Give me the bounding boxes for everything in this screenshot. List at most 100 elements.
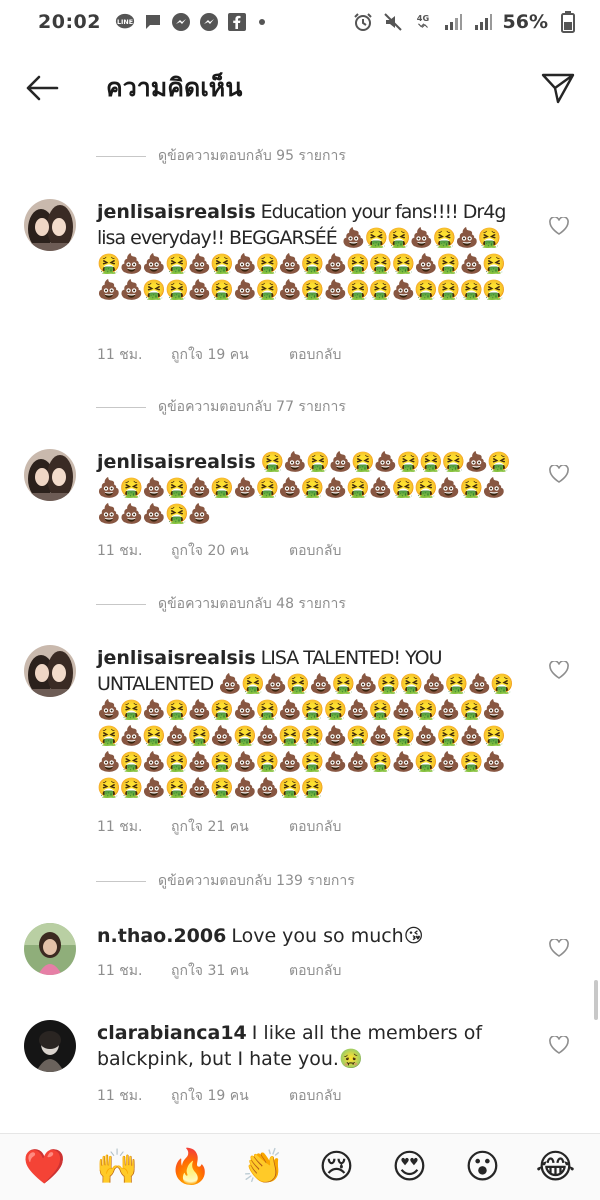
divider-line <box>96 406 146 408</box>
messenger-icon <box>171 12 191 32</box>
view-replies-toggle[interactable]: ดูข้อความตอบกลับ 95 รายการ <box>96 145 346 167</box>
facebook-icon <box>227 12 247 32</box>
heart-outline-icon <box>549 465 569 483</box>
comment-meta: 11 ชม. ถูกใจ 19 คน ตอบกลับ <box>97 344 341 366</box>
heart-outline-icon <box>549 217 569 235</box>
comment-time: 11 ชม. <box>97 1088 143 1104</box>
emoji-surprised-button[interactable]: 😮 <box>455 1147 511 1187</box>
scrollbar-thumb[interactable] <box>594 980 598 1020</box>
comment-meta: 11 ชม. ถูกใจ 31 คน ตอบกลับ <box>97 960 341 982</box>
emoji-laughing-button[interactable]: 😂 <box>528 1147 584 1187</box>
comment-likes[interactable]: ถูกใจ 31 คน <box>171 960 289 982</box>
view-replies-label: ดูข้อความตอบกลับ 139 รายการ <box>158 873 355 889</box>
notification-icons: LINE <box>115 12 265 32</box>
like-button[interactable] <box>548 659 570 681</box>
emoji-crying-button[interactable]: 😢 <box>309 1147 365 1187</box>
more-notifications-dot <box>258 19 265 25</box>
message-icon <box>143 12 163 32</box>
reply-button[interactable]: ตอบกลับ <box>289 1085 341 1107</box>
avatar[interactable] <box>24 645 76 697</box>
comment-text: jenlisaisrealsis Education your fans!!!! … <box>97 199 517 303</box>
profile-photo <box>24 449 76 501</box>
profile-photo <box>24 645 76 697</box>
comment-username[interactable]: clarabianca14 <box>97 1022 247 1044</box>
reply-button[interactable]: ตอบกลับ <box>289 960 341 982</box>
mute-icon <box>383 12 403 32</box>
battery-percent: 56% <box>502 11 548 33</box>
signal-icon-2 <box>473 12 493 32</box>
reply-button[interactable]: ตอบกลับ <box>289 540 341 562</box>
like-button[interactable] <box>548 463 570 485</box>
comment-username[interactable]: jenlisaisrealsis <box>97 201 256 223</box>
page-title: ความคิดเห็น <box>106 73 243 102</box>
avatar[interactable] <box>24 1020 76 1072</box>
line-app-icon: LINE <box>115 12 135 32</box>
share-button[interactable] <box>538 68 578 108</box>
profile-photo <box>24 199 76 251</box>
heart-outline-icon <box>549 1036 569 1054</box>
system-indicators: 4G 56% <box>353 11 578 33</box>
status-time: 20:02 <box>38 11 101 33</box>
profile-photo <box>24 923 76 975</box>
reply-button[interactable]: ตอบกลับ <box>289 344 341 366</box>
profile-photo <box>24 1020 76 1072</box>
comment-meta: 11 ชม. ถูกใจ 21 คน ตอบกลับ <box>97 816 341 838</box>
emoji-heart-eyes-button[interactable]: 😍 <box>382 1147 438 1187</box>
reply-button[interactable]: ตอบกลับ <box>289 816 341 838</box>
view-replies-label: ดูข้อความตอบกลับ 77 รายการ <box>158 399 346 415</box>
comment-username[interactable]: jenlisaisrealsis <box>97 451 256 473</box>
view-replies-label: ดูข้อความตอบกลับ 48 รายการ <box>158 596 346 612</box>
emoji-clap-button[interactable]: 👏 <box>236 1147 292 1187</box>
comments-header: ความคิดเห็น <box>0 52 600 124</box>
emoji-raised-hands-button[interactable]: 🙌 <box>90 1147 146 1187</box>
divider-line <box>96 880 146 882</box>
divider-line <box>96 603 146 605</box>
messenger-icon-2 <box>199 12 219 32</box>
comment-meta: 11 ชม. ถูกใจ 19 คน ตอบกลับ <box>97 1085 341 1107</box>
comment-text: jenlisaisrealsis LISA TALENTED! YOU UNTAL… <box>97 645 517 801</box>
comment-content: LISA TALENTED! YOU UNTALENTED 💩🤮💩🤮💩🤮💩🤮🤮💩… <box>97 647 514 799</box>
comment-username[interactable]: n.thao.2006 <box>97 925 226 947</box>
comment-likes[interactable]: ถูกใจ 21 คน <box>171 816 289 838</box>
divider-line <box>96 155 146 157</box>
comment-likes[interactable]: ถูกใจ 19 คน <box>171 344 289 366</box>
status-bar: 20:02 LINE 4G 56% <box>0 0 600 44</box>
comment-time: 11 ชม. <box>97 543 143 559</box>
comment-likes[interactable]: ถูกใจ 19 คน <box>171 1085 289 1107</box>
comment-time: 11 ชม. <box>97 819 143 835</box>
svg-text:4G: 4G <box>416 13 429 23</box>
comment-time: 11 ชม. <box>97 347 143 363</box>
comment-content: Love you so much😘 <box>231 925 424 947</box>
comment-text: jenlisaisrealsis 🤮💩🤮💩🤮💩🤮🤮🤮💩🤮💩🤮💩🤮💩🤮💩🤮💩🤮💩🤮💩… <box>97 449 517 527</box>
alarm-icon <box>353 12 373 32</box>
view-replies-toggle[interactable]: ดูข้อความตอบกลับ 48 รายการ <box>96 593 346 615</box>
comment-likes[interactable]: ถูกใจ 20 คน <box>171 540 289 562</box>
like-button[interactable] <box>548 937 570 959</box>
avatar[interactable] <box>24 923 76 975</box>
emoji-fire-button[interactable]: 🔥 <box>163 1147 219 1187</box>
avatar[interactable] <box>24 199 76 251</box>
back-button[interactable] <box>22 68 62 108</box>
quick-emoji-bar: ❤️ 🙌 🔥 👏 😢 😍 😮 😂 <box>0 1133 600 1200</box>
network-4g-icon: 4G <box>413 12 433 32</box>
comment-username[interactable]: jenlisaisrealsis <box>97 647 256 669</box>
heart-outline-icon <box>549 939 569 957</box>
comment-time: 11 ชม. <box>97 963 143 979</box>
like-button[interactable] <box>548 1034 570 1056</box>
avatar[interactable] <box>24 449 76 501</box>
heart-outline-icon <box>549 661 569 679</box>
view-replies-label: ดูข้อความตอบกลับ 95 รายการ <box>158 148 346 164</box>
like-button[interactable] <box>548 215 570 237</box>
emoji-heart-button[interactable]: ❤️ <box>17 1147 73 1187</box>
paper-plane-icon <box>541 73 575 104</box>
view-replies-toggle[interactable]: ดูข้อความตอบกลับ 77 รายการ <box>96 396 346 418</box>
battery-icon <box>558 11 578 33</box>
view-replies-toggle[interactable]: ดูข้อความตอบกลับ 139 รายการ <box>96 870 355 892</box>
arrow-left-icon <box>26 75 59 101</box>
comment-meta: 11 ชม. ถูกใจ 20 คน ตอบกลับ <box>97 540 341 562</box>
comment: jenlisaisrealsis 🤮💩🤮💩🤮💩🤮🤮🤮💩🤮💩🤮💩🤮💩🤮💩🤮💩🤮💩🤮💩… <box>24 449 584 569</box>
comment-text: n.thao.2006 Love you so much😘 <box>97 923 517 949</box>
comment-text: clarabianca14 I like all the members of b… <box>97 1020 517 1072</box>
svg-text:LINE: LINE <box>117 19 133 26</box>
comment: jenlisaisrealsis Education your fans!!!! … <box>24 199 584 369</box>
